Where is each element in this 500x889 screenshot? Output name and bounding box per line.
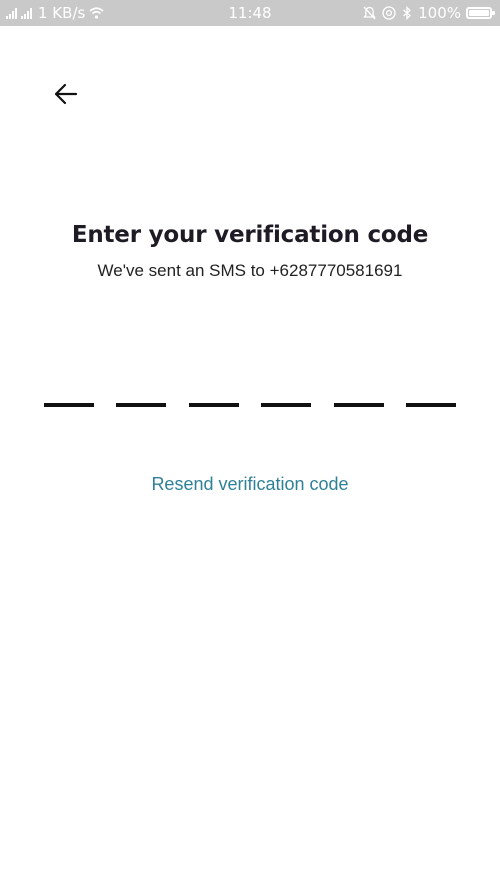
bluetooth-icon [402, 6, 412, 20]
battery-level [469, 10, 489, 16]
verification-code-input[interactable] [44, 398, 456, 418]
code-digit-underline [406, 403, 456, 407]
code-digit-slot[interactable] [188, 398, 239, 418]
sms-subtitle: We've sent an SMS to +6287770581691 [97, 261, 403, 280]
alarm-icon [363, 6, 377, 20]
code-digit-slot[interactable] [406, 398, 456, 418]
status-bar: 1 KB/s 11:48 100% [0, 0, 500, 26]
resend-code-link[interactable]: Resend verification code [151, 474, 348, 494]
code-digit-slot[interactable] [44, 398, 94, 418]
code-digit-underline [261, 403, 312, 407]
code-digit-slot[interactable] [261, 398, 312, 418]
page-title: Enter your verification code [71, 222, 429, 248]
arrow-left-icon [54, 83, 78, 105]
code-digit-underline [333, 403, 384, 407]
code-digit-slot[interactable] [116, 398, 167, 418]
battery-percent: 100% [418, 4, 461, 22]
location-icon [382, 6, 396, 20]
resend-code-link-row: Resend verification code [0, 474, 500, 495]
code-digit-underline [44, 403, 94, 407]
code-digit-underline [188, 403, 239, 407]
battery-icon [466, 7, 495, 19]
back-button[interactable] [46, 74, 86, 114]
code-digit-slot[interactable] [333, 398, 384, 418]
status-bar-right: 100% [363, 4, 495, 22]
code-digit-underline [116, 403, 167, 407]
